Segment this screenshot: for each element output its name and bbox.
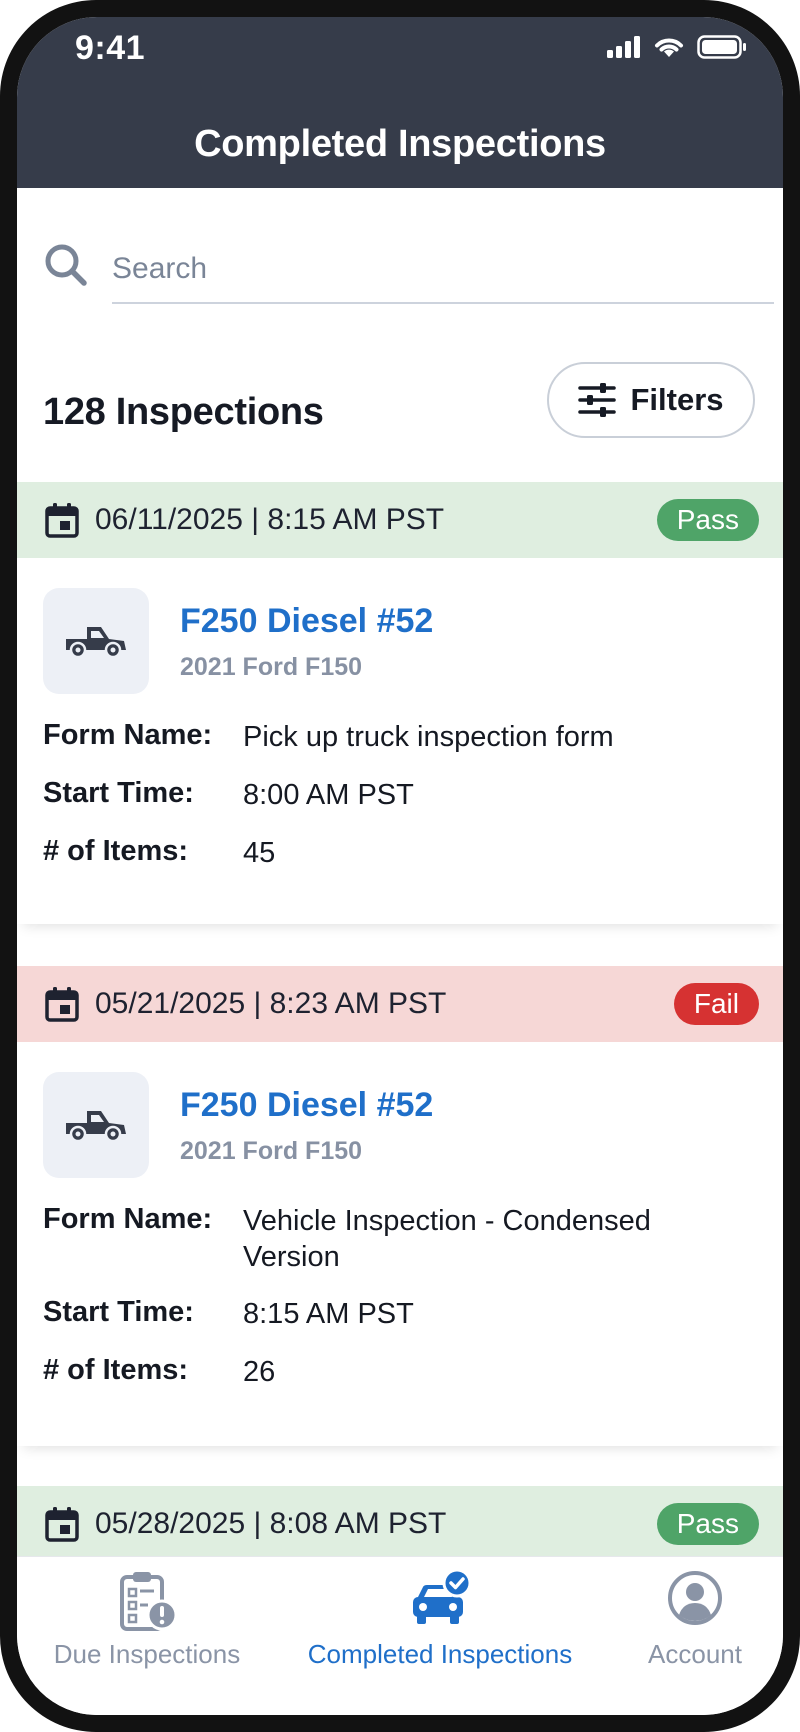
calendar-icon [45,987,79,1022]
bottom-tab-bar: Due Inspections Completed Inspections Ac… [17,1556,783,1715]
form-name-value: Pick up truck inspection form [243,721,614,753]
status-time: 9:41 [75,29,146,67]
calendar-icon [45,503,79,538]
vehicle-name-link[interactable]: F250 Diesel #52 [180,602,433,641]
search-icon [45,244,87,286]
items-label: # of Items: [43,835,189,867]
tab-completed-inspections[interactable]: Completed Inspections [295,1557,585,1715]
items-label: # of Items: [43,1354,189,1386]
filters-label: Filters [630,382,724,417]
tab-label: Due Inspections [53,1639,241,1669]
inspection-datetime: 06/11/2025 | 8:15 AM PST [95,503,445,536]
start-time-value: 8:15 AM PST [243,1298,414,1330]
signal-icon [607,36,640,58]
page-title: Completed Inspections [194,123,606,165]
search-input[interactable] [112,245,774,293]
inspection-datetime: 05/28/2025 | 8:08 AM PST [95,1507,447,1540]
tab-account[interactable]: Account [617,1557,773,1715]
inspection-datetime: 05/21/2025 | 8:23 AM PST [95,987,447,1020]
inspection-card[interactable]: 05/21/2025 | 8:23 AM PST Fail F250 Diese… [17,966,783,1446]
status-icons [607,35,747,59]
screen: 9:41 Completed Inspections Search 128 In… [17,17,783,1715]
items-value: 26 [243,1356,276,1388]
inspection-count: 128 Inspections [43,391,324,433]
calendar-icon [45,1507,79,1542]
status-badge: Pass [656,1503,759,1545]
pickup-truck-icon [66,627,126,659]
wifi-icon [655,38,683,57]
phone-frame: 9:41 Completed Inspections Search 128 In… [0,0,800,1732]
status-badge: Pass [656,499,759,541]
vehicle-thumbnail [43,588,149,694]
card-header: 05/21/2025 | 8:23 AM PST Fail [17,966,783,1042]
vehicle-model: 2021 Ford F150 [180,653,363,681]
vehicle-model: 2021 Ford F150 [180,1137,363,1165]
tab-due-inspections[interactable]: Due Inspections [27,1557,267,1715]
filters-button[interactable]: Filters [547,362,755,438]
car-check-icon [413,1569,472,1624]
vehicle-thumbnail [43,1072,149,1178]
sliders-icon [578,383,617,417]
clipboard-alert-icon [120,1572,178,1631]
form-name-label: Form Name: [43,1203,213,1235]
vehicle-name-link[interactable]: F250 Diesel #52 [180,1086,433,1125]
pickup-truck-icon [66,1111,126,1143]
card-header: 05/28/2025 | 8:08 AM PST Pass [17,1486,783,1562]
account-icon [668,1571,722,1625]
battery-icon [697,35,746,59]
inspection-card[interactable]: 06/11/2025 | 8:15 AM PST Pass F250 Diese… [17,482,783,924]
card-header: 06/11/2025 | 8:15 AM PST Pass [17,482,783,558]
tab-label: Completed Inspections [307,1639,573,1669]
tab-label: Account [648,1639,742,1669]
start-time-label: Start Time: [43,1296,194,1328]
start-time-label: Start Time: [43,777,194,809]
app-header: 9:41 Completed Inspections [17,17,783,188]
form-name-value: Vehicle Inspection - Condensed Version [243,1205,651,1273]
search-underline [112,302,774,304]
start-time-value: 8:00 AM PST [243,779,414,811]
items-value: 45 [243,837,276,869]
form-name-label: Form Name: [43,719,213,751]
status-badge: Fail [673,983,759,1025]
